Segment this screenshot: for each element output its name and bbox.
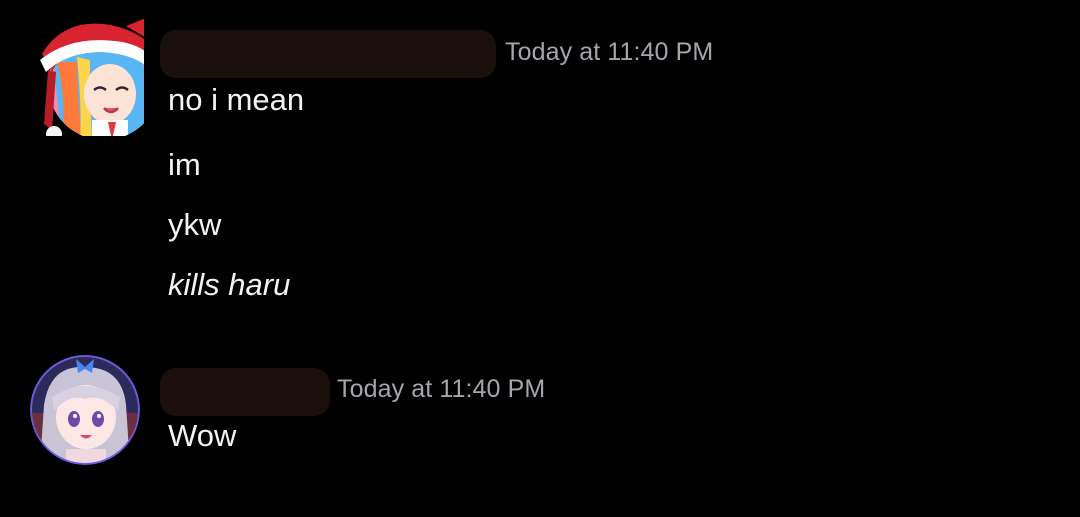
avatar[interactable] [30, 353, 140, 465]
message-text: no i mean [168, 82, 305, 117]
author-name-redacted [160, 368, 330, 416]
avatar[interactable] [22, 12, 160, 142]
message-text: im [168, 147, 201, 182]
message-text-italic: kills haru [168, 267, 291, 302]
message-text: ykw [168, 207, 222, 242]
message-timestamp: Today at 11:40 PM [337, 375, 546, 403]
anime-avatar-silver-hair-icon [30, 355, 140, 465]
author-name-redacted [160, 30, 496, 78]
message-timestamp: Today at 11:40 PM [505, 38, 714, 66]
message-text: Wow [168, 418, 237, 453]
anime-avatar-santa-hat-icon [40, 18, 160, 142]
